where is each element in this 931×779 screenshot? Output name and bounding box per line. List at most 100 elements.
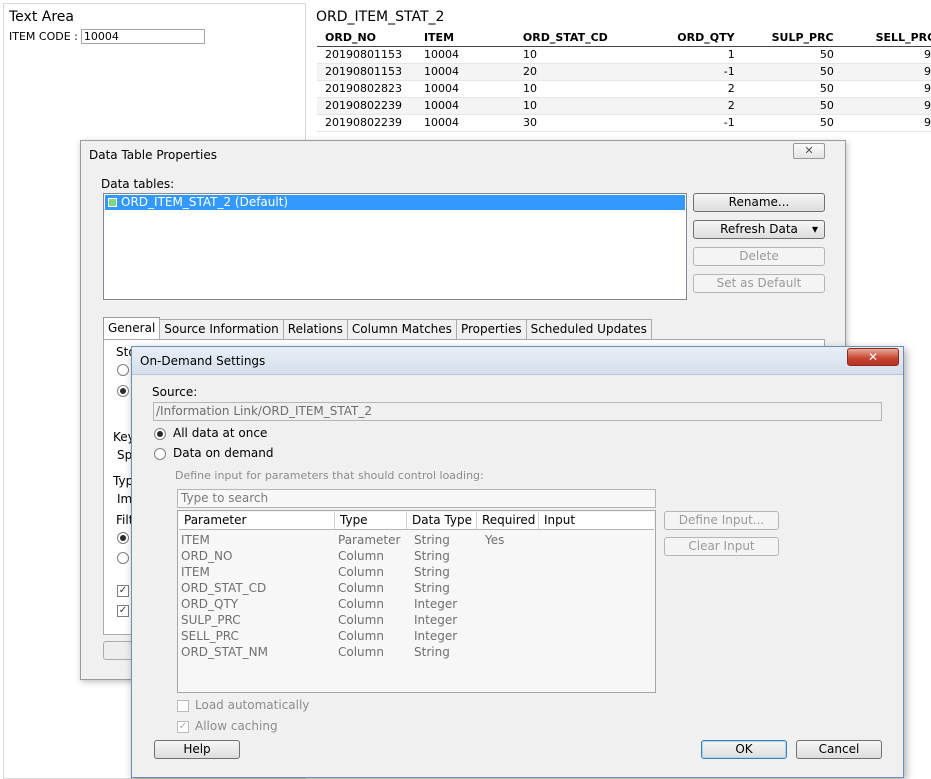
all-data-label[interactable]: All data at once [173,426,267,440]
column-header[interactable]: Type [335,512,407,529]
table-cell: 30 [523,116,537,129]
table-row[interactable]: ORD_STAT_NM Column String [179,644,543,660]
data-table-item[interactable]: ORD_ITEM_STAT_2 (Default) [105,195,685,210]
table-row[interactable]: ORD_QTY Column Integer [179,596,543,612]
tab-source-information[interactable]: Source Information [159,319,284,339]
table-row[interactable]: SELL_PRC Column Integer [179,628,543,644]
table-cell: ORD_NO [181,549,233,563]
load-automatically-checkbox[interactable] [177,700,189,712]
all-data-radio[interactable] [154,428,166,440]
data-table-item-label: ORD_ITEM_STAT_2 (Default) [121,195,289,209]
properties-tabs: General Source Information Relations Col… [103,317,652,339]
source-field: /Information Link/ORD_ITEM_STAT_2 [153,402,882,421]
refresh-data-button[interactable]: Refresh Data ▾ [693,220,825,239]
table-cell: 9 [924,48,931,61]
ok-button[interactable]: OK [701,740,787,759]
table-cell: 20190802823 [325,82,402,95]
table-row[interactable]: 20190802823 10004 10 2 50 9 [317,81,931,98]
help-button[interactable]: Help [154,740,240,759]
rename-button[interactable]: Rename... [693,193,825,212]
data-tables-list[interactable]: ORD_ITEM_STAT_2 (Default) [103,193,687,300]
table-cell [483,644,543,660]
column-header[interactable]: ITEM [416,30,515,46]
table-row[interactable]: 20190802239 10004 10 2 50 9 [317,98,931,115]
table-cell: SELL_PRC [181,629,239,643]
table-cell: 10004 [424,48,459,61]
dropdown-arrow-icon: ▾ [811,222,818,236]
storage-radio-2[interactable] [117,385,129,397]
table-row[interactable]: SULP_PRC Column Integer [179,612,543,628]
parameter-search-input[interactable]: Type to search [177,489,656,508]
table-cell: 10004 [424,116,459,129]
key-value-fragment: Sp [117,448,133,462]
table-row[interactable]: 20190802239 10004 30 -1 50 9 [317,115,931,132]
table-cell: 50 [819,99,834,112]
table-header-row: ORD_NO ITEM ORD_STAT_CD ORD_QTY SULP_PRC… [317,30,931,47]
column-header[interactable]: ORD_QTY [644,30,743,46]
table-cell: 20190802239 [325,99,402,112]
table-cell: Integer [414,597,458,611]
table-cell: 1 [727,48,735,61]
column-header[interactable]: Parameter [179,512,335,529]
filter-radio-1[interactable] [117,532,129,544]
allow-caching-label[interactable]: Allow caching [195,719,278,733]
tab-relations[interactable]: Relations [282,319,348,339]
cancel-button[interactable]: Cancel [796,740,882,759]
data-on-demand-radio[interactable] [154,448,166,460]
table-cell: ITEM [181,533,210,547]
table-cell [483,612,543,628]
delete-button[interactable]: Delete [693,247,825,266]
column-header[interactable]: ORD_NO [317,30,416,46]
table-cell: String [414,533,450,547]
general-checkbox-1[interactable]: ✓ [117,585,129,597]
item-code-label: ITEM CODE : [9,30,78,43]
table-cell: Column [338,565,384,579]
table-row[interactable]: ITEM Parameter String Yes [179,532,543,548]
parameter-grid[interactable]: Parameter Type Data Type Required Input … [177,510,656,693]
column-header[interactable]: Data Type [407,512,477,529]
table-cell: 9 [924,99,931,112]
table-cell: Integer [414,613,458,627]
table-cell [483,580,543,596]
tab-properties[interactable]: Properties [455,319,527,339]
column-header[interactable]: Input [539,512,654,529]
column-header[interactable]: SULP_PRC [743,30,842,46]
storage-radio-1[interactable] [117,364,129,376]
general-checkbox-2[interactable]: ✓ [117,605,129,617]
tab-general[interactable]: General [103,317,161,339]
close-button[interactable]: ✕ [793,143,825,159]
table-cell: 50 [819,65,834,78]
item-code-input[interactable]: 10004 [80,29,205,44]
table-cell: ORD_QTY [181,597,239,611]
table-row[interactable]: ORD_NO Column String [179,548,543,564]
table-cell: Column [338,581,384,595]
data-on-demand-label[interactable]: Data on demand [173,446,274,460]
tab-scheduled-updates[interactable]: Scheduled Updates [525,319,652,339]
tab-column-matches[interactable]: Column Matches [346,319,457,339]
table-cell: 9 [924,65,931,78]
table-cell: Column [338,629,384,643]
define-input-button[interactable]: Define Input... [664,511,779,530]
table-row[interactable]: 20190801153 10004 20 -1 50 9 [317,64,931,81]
table-cell: SULP_PRC [181,613,241,627]
table-row[interactable]: ORD_STAT_CD Column String [179,580,543,596]
table-row[interactable]: ITEM Column String [179,564,543,580]
table-row[interactable]: 20190801153 10004 10 1 50 9 [317,47,931,64]
set-as-default-button[interactable]: Set as Default [693,274,825,293]
table-title: ORD_ITEM_STAT_2 [316,9,445,25]
column-header[interactable]: Required [477,512,539,529]
column-header[interactable]: ORD_STAT_CD [515,30,644,46]
table-cell: 2 [727,82,735,95]
table-cell: 2 [727,99,735,112]
type-value-fragment: Im [117,492,133,506]
table-cell: String [414,645,450,659]
table-cell: 10 [523,99,537,112]
table-cell: 20190801153 [325,48,402,61]
load-automatically-label[interactable]: Load automatically [195,698,309,712]
allow-caching-checkbox[interactable]: ✓ [177,721,189,733]
filter-radio-2[interactable] [117,552,129,564]
column-header[interactable]: SELL_PRC [842,30,931,46]
close-button[interactable]: ✕ [847,348,899,366]
table-cell [483,548,543,564]
clear-input-button[interactable]: Clear Input [664,537,779,556]
